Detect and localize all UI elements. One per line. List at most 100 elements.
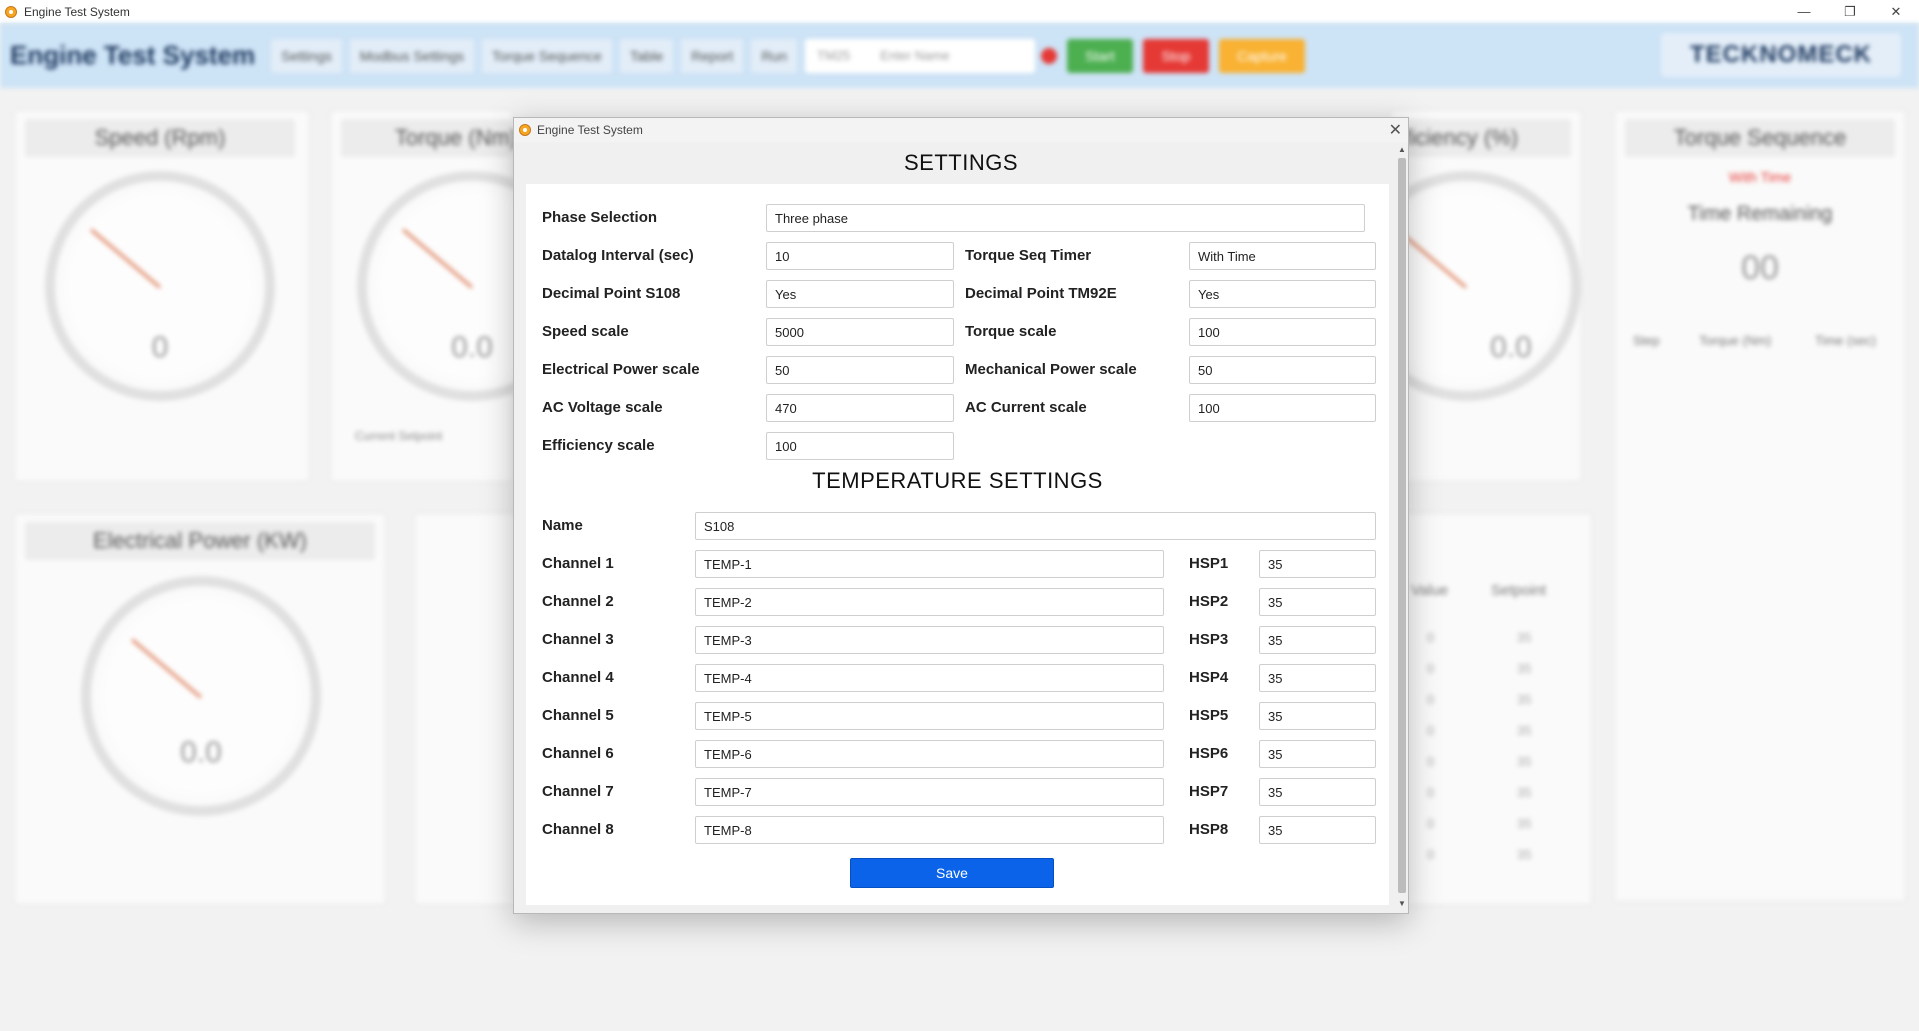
datalog-interval-input[interactable] [766, 242, 954, 270]
hsp3-input[interactable] [1259, 626, 1376, 654]
temp-setpoint: 35 [1517, 754, 1532, 769]
channel-1-input[interactable] [695, 550, 1164, 578]
efficiency-scale-label: Efficiency scale [542, 437, 655, 454]
dialog-titlebar: Engine Test System [514, 118, 1408, 142]
settings-button[interactable]: Settings [271, 38, 342, 73]
efficiency-panel: Efficiency (%) 0.0 [1331, 110, 1582, 482]
electrical-power-title: Electrical Power (KW) [25, 522, 375, 560]
hsp2-label: HSP2 [1189, 593, 1229, 610]
hsp7-input[interactable] [1259, 778, 1376, 806]
channel-7-input[interactable] [695, 778, 1164, 806]
electrical-power-scale-label: Electrical Power scale [542, 361, 700, 378]
speed-value: 0 [151, 331, 169, 364]
ac-voltage-scale-label: AC Voltage scale [542, 399, 663, 416]
time-remaining-value: 00 [1741, 249, 1779, 287]
torque-seq-timer-input[interactable] [1189, 242, 1376, 270]
channel-1-label: Channel 1 [542, 555, 614, 572]
torque-sequence-title: Torque Sequence [1625, 119, 1895, 157]
maximize-icon[interactable]: ❐ [1827, 0, 1873, 23]
channel-5-input[interactable] [695, 702, 1164, 730]
temp-setpoint: 35 [1517, 785, 1532, 800]
save-button[interactable]: Save [850, 858, 1054, 888]
ac-voltage-scale-input[interactable] [766, 394, 954, 422]
phase-selection-input[interactable] [766, 204, 1365, 232]
speed-panel-title: Speed (Rpm) [25, 119, 295, 157]
channel-8-label: Channel 8 [542, 821, 614, 838]
modbus-settings-button[interactable]: Modbus Settings [349, 38, 475, 73]
speed-gauge: 0 [45, 171, 275, 401]
mechanical-power-scale-input[interactable] [1189, 356, 1376, 384]
torque-sequence-mode: With Time [1728, 169, 1792, 185]
temp-value: 0 [1427, 630, 1435, 645]
temp-value: 0 [1427, 847, 1435, 862]
hsp6-input[interactable] [1259, 740, 1376, 768]
torque-setpoint-label: Current Setpoint [355, 429, 443, 443]
run-button[interactable]: Run [751, 38, 797, 73]
capture-button[interactable]: Capture [1219, 38, 1305, 73]
name-field[interactable]: TM25 Enter Name [805, 38, 1035, 73]
scroll-down-icon[interactable]: ▼ [1396, 898, 1408, 910]
channel-3-input[interactable] [695, 626, 1164, 654]
gear-app-icon [5, 5, 17, 18]
hsp1-input[interactable] [1259, 550, 1376, 578]
hsp3-label: HSP3 [1189, 631, 1229, 648]
seq-col-step: Step [1633, 333, 1660, 348]
hsp4-label: HSP4 [1189, 669, 1229, 686]
channel-6-input[interactable] [695, 740, 1164, 768]
electrical-power-panel: Electrical Power (KW) 0.0 [14, 513, 386, 905]
channel-2-input[interactable] [695, 588, 1164, 616]
efficiency-scale-input[interactable] [766, 432, 954, 460]
channel-4-input[interactable] [695, 664, 1164, 692]
speed-scale-input[interactable] [766, 318, 954, 346]
hsp5-label: HSP5 [1189, 707, 1229, 724]
decimal-point-s108-label: Decimal Point S108 [542, 285, 681, 302]
electrical-power-value: 0.0 [180, 736, 222, 769]
window-title: Engine Test System [24, 4, 130, 19]
hsp4-input[interactable] [1259, 664, 1376, 692]
decimal-point-s108-input[interactable] [766, 280, 954, 308]
torque-scale-label: Torque scale [965, 323, 1057, 340]
speed-scale-label: Speed scale [542, 323, 629, 340]
torque-seq-timer-label: Torque Seq Timer [965, 247, 1092, 264]
electrical-power-scale-input[interactable] [766, 356, 954, 384]
window-titlebar: Engine Test System — ❐ ✕ [0, 0, 1919, 23]
temperature-name-input[interactable] [695, 512, 1376, 540]
channel-8-input[interactable] [695, 816, 1164, 844]
scrollbar-thumb[interactable] [1398, 158, 1406, 893]
channel-2-label: Channel 2 [542, 593, 614, 610]
decimal-point-tm92e-input[interactable] [1189, 280, 1376, 308]
torque-sequence-button[interactable]: Torque Sequence [482, 38, 612, 73]
temp-col-value: Value [1411, 582, 1449, 599]
electrical-power-gauge: 0.0 [81, 576, 321, 816]
decimal-point-tm92e-label: Decimal Point TM92E [965, 285, 1117, 302]
temp-setpoint: 35 [1517, 630, 1532, 645]
ac-current-scale-input[interactable] [1189, 394, 1376, 422]
stop-button[interactable]: Stop [1143, 38, 1209, 73]
torque-sequence-panel: Torque Sequence With Time Time Remaining… [1614, 110, 1906, 902]
settings-heading: SETTINGS [903, 150, 1018, 175]
company-logo: TECKNOMECK [1661, 33, 1901, 77]
minimize-icon[interactable]: — [1781, 0, 1827, 23]
table-button[interactable]: Table [619, 38, 674, 73]
time-remaining-label: Time Remaining [1687, 203, 1833, 225]
report-button[interactable]: Report [681, 38, 744, 73]
hsp2-input[interactable] [1259, 588, 1376, 616]
gauge-needle [131, 638, 202, 699]
ac-current-scale-label: AC Current scale [965, 399, 1087, 416]
main-toolbar: Engine Test System Settings Modbus Setti… [0, 23, 1919, 88]
temp-value: 0 [1427, 816, 1435, 831]
gear-app-icon [519, 124, 531, 136]
dialog-scrollbar[interactable]: ▲ ▼ [1396, 142, 1408, 912]
scroll-up-icon[interactable]: ▲ [1396, 144, 1408, 156]
torque-scale-input[interactable] [1189, 318, 1376, 346]
close-icon[interactable]: ✕ [1873, 0, 1919, 23]
phase-selection-label: Phase Selection [542, 209, 658, 226]
channel-6-label: Channel 6 [542, 745, 614, 762]
start-button[interactable]: Start [1067, 38, 1133, 73]
hsp5-input[interactable] [1259, 702, 1376, 730]
temp-setpoints-col: 35 35 35 35 35 35 35 35 [1517, 622, 1547, 870]
hsp8-input[interactable] [1259, 816, 1376, 844]
dialog-close-icon[interactable]: ✕ [1389, 120, 1402, 140]
temp-value: 0 [1427, 754, 1435, 769]
datalog-interval-label: Datalog Interval (sec) [542, 247, 694, 264]
